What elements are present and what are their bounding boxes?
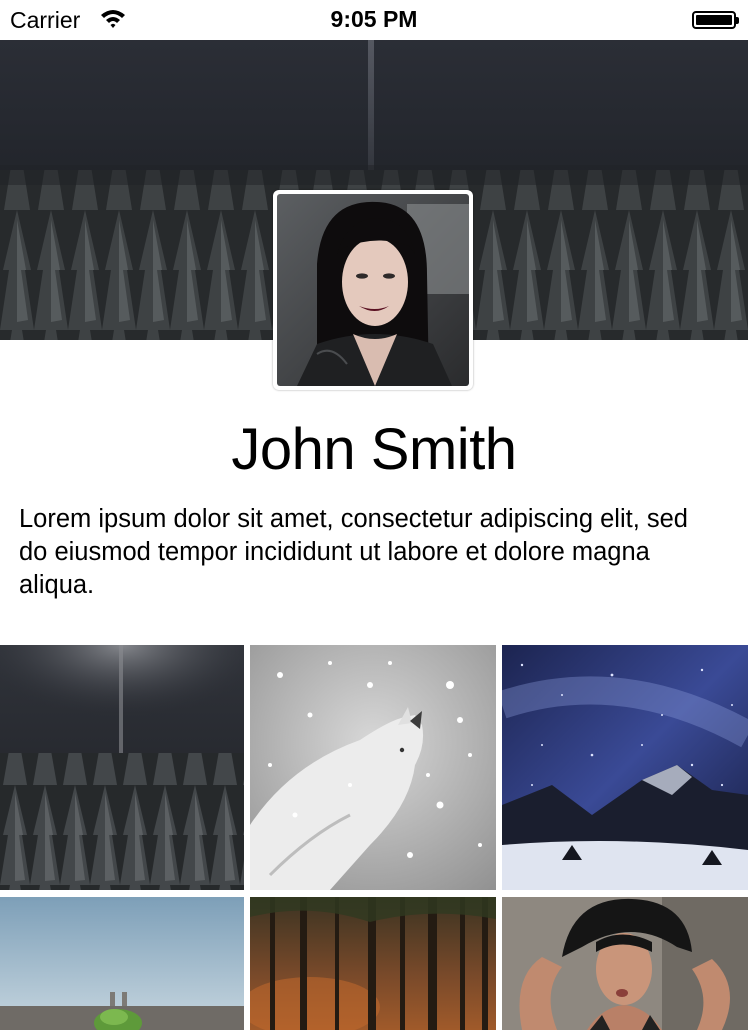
profile-name: John Smith — [231, 417, 517, 482]
photo-tile-forest-night[interactable] — [0, 645, 244, 890]
battery-nub — [736, 17, 739, 24]
clock: 9:05 PM — [330, 6, 418, 32]
avatar-photo — [277, 194, 469, 386]
photo-tile-building-sky[interactable] — [0, 897, 244, 1030]
photo-tile-autumn-forest[interactable] — [250, 897, 496, 1030]
photo-tile-starry-mountains[interactable] — [502, 645, 748, 890]
profile-avatar[interactable] — [273, 190, 473, 390]
photo-tile-cat-snow[interactable] — [250, 645, 496, 890]
battery-fill — [696, 15, 732, 25]
status-bar: Carrier 9:05 PM — [0, 0, 748, 40]
battery-icon — [692, 11, 739, 29]
photo-grid — [0, 645, 748, 1030]
profile-bio: Lorem ipsum dolor sit amet, consectetur … — [19, 505, 688, 599]
photo-tile-woman-hat[interactable] — [502, 897, 748, 1030]
